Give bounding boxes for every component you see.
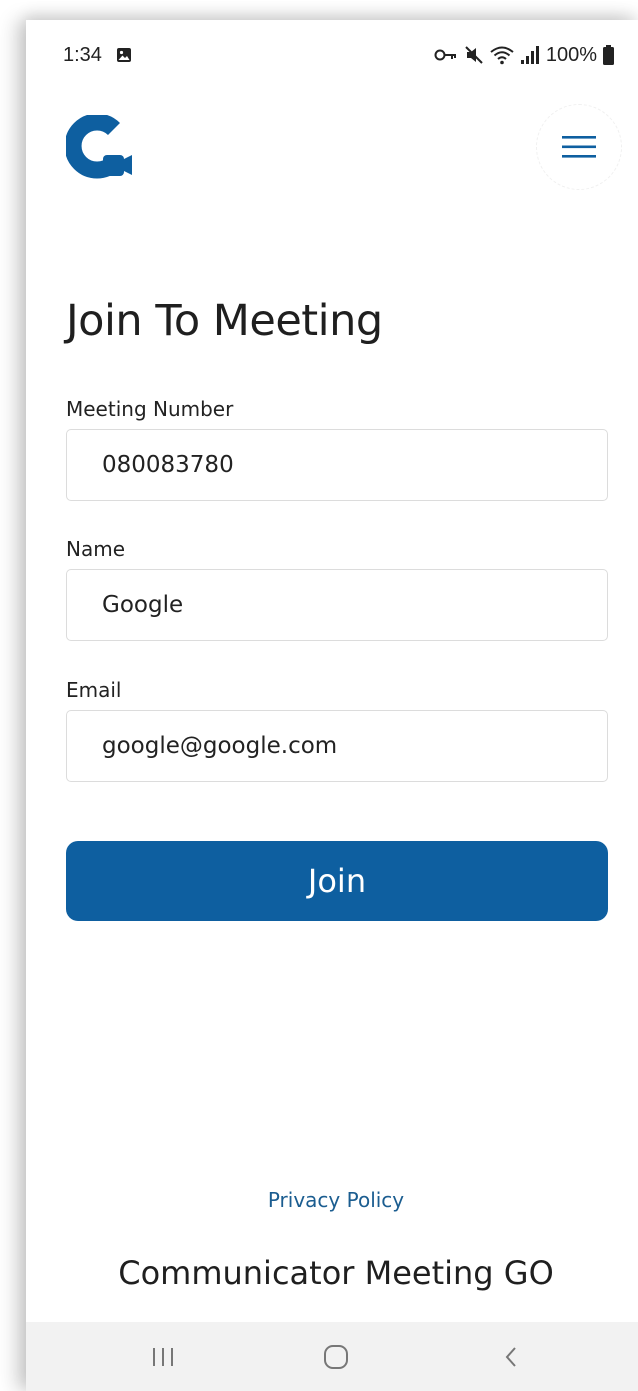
communicator-logo-icon[interactable] [66,115,132,181]
system-nav-bar [26,1322,638,1391]
menu-button[interactable] [536,104,622,190]
privacy-policy-link[interactable]: Privacy Policy [26,1188,638,1212]
vpn-key-icon [434,49,456,61]
status-icons: 100% [434,42,614,68]
wifi-icon [490,46,514,65]
recent-apps-icon [153,1347,173,1366]
status-time: 1:34 [63,44,102,66]
join-button[interactable]: Join [66,841,608,921]
meeting-number-input[interactable] [66,429,608,501]
email-label: Email [66,678,122,702]
mute-icon [465,46,483,64]
app-name: Communicator Meeting GO [118,1254,554,1292]
back-icon [505,1346,516,1367]
email-input[interactable] [66,710,608,782]
back-button[interactable] [471,1322,551,1391]
name-input[interactable] [66,569,608,641]
name-label: Name [66,537,126,561]
battery-icon [603,45,614,65]
status-bar: 1:34 100% [26,20,638,90]
page-title: Join To Meeting [66,296,383,346]
battery-percent: 100% [545,43,597,66]
menu-button-halo [536,104,622,190]
home-icon [324,1344,348,1369]
meeting-number-label: Meeting Number [66,397,234,421]
signal-icon [520,46,539,64]
gallery-icon [117,48,131,62]
recent-apps-button[interactable] [123,1322,203,1391]
home-button[interactable] [296,1322,376,1391]
phone-screen: 1:34 100% Join To Meeting Meeting Number… [26,20,638,1391]
